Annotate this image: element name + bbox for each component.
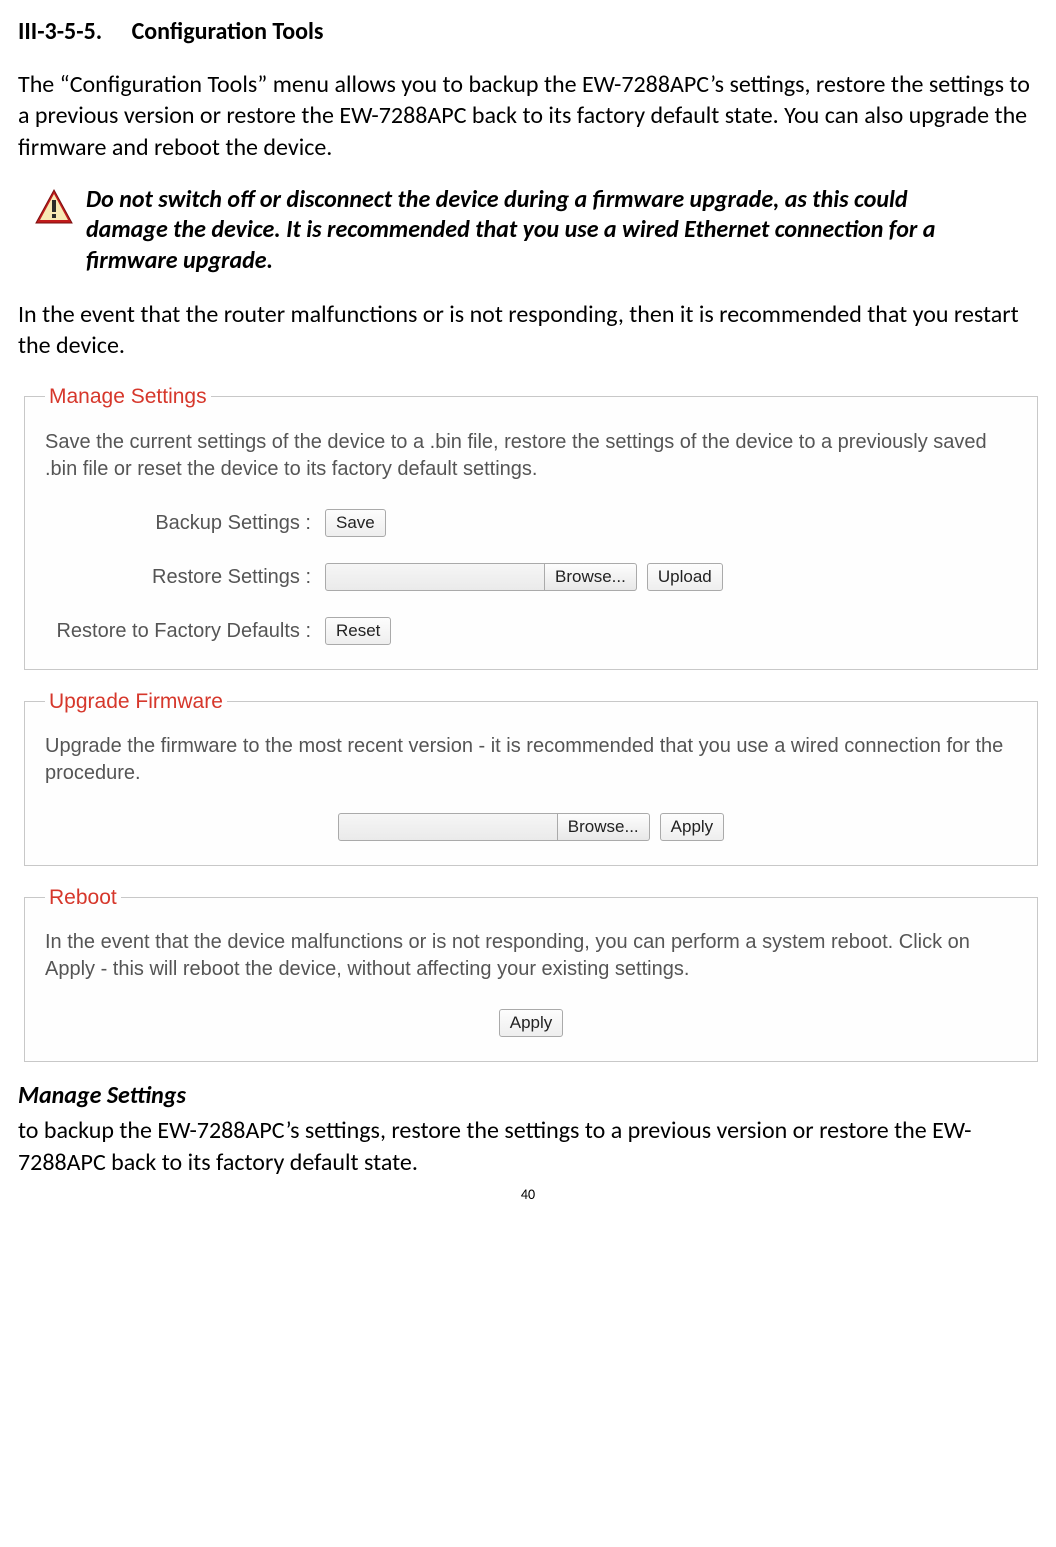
upgrade-firmware-description: Upgrade the firmware to the most recent … [45,733,1017,787]
upgrade-apply-button[interactable]: Apply [660,813,725,841]
manage-settings-legend: Manage Settings [45,383,211,410]
reboot-apply-button[interactable]: Apply [499,1009,564,1037]
reboot-panel: Reboot In the event that the device malf… [24,884,1038,1062]
warning-block: Do not switch off or disconnect the devi… [34,185,1038,277]
restore-file-input[interactable] [325,563,545,591]
warning-icon [34,187,74,235]
page-number: 40 [18,1186,1038,1204]
reboot-legend: Reboot [45,884,121,911]
post-warning-paragraph: In the event that the router malfunction… [18,299,1038,361]
config-screenshot: Manage Settings Save the current setting… [24,383,1038,1062]
upgrade-browse-button[interactable]: Browse... [558,813,650,841]
section-title: Configuration Tools [132,17,324,46]
manage-settings-subtitle: Manage Settings [18,1080,1038,1111]
section-number: III-3-5-5. [18,16,102,47]
reset-button[interactable]: Reset [325,617,391,645]
manage-settings-description: Save the current settings of the device … [45,429,1017,483]
restore-browse-button[interactable]: Browse... [545,563,637,591]
upgrade-firmware-legend: Upgrade Firmware [45,688,227,715]
save-button[interactable]: Save [325,509,386,537]
restore-settings-label: Restore Settings : [45,564,325,590]
reboot-row: Apply [45,1009,1017,1037]
backup-settings-row: Backup Settings : Save [45,509,1017,537]
upgrade-file-group: Browse... [338,813,650,841]
intro-paragraph: The “Configuration Tools” menu allows yo… [18,69,1038,163]
upgrade-firmware-panel: Upgrade Firmware Upgrade the firmware to… [24,688,1038,866]
factory-defaults-row: Restore to Factory Defaults : Reset [45,617,1017,645]
backup-settings-label: Backup Settings : [45,510,325,536]
upload-button[interactable]: Upload [647,563,723,591]
upgrade-file-input[interactable] [338,813,558,841]
reboot-description: In the event that the device malfunction… [45,929,1017,983]
restore-settings-row: Restore Settings : Browse... Upload [45,563,1017,591]
manage-settings-panel: Manage Settings Save the current setting… [24,383,1038,669]
factory-defaults-label: Restore to Factory Defaults : [45,618,325,644]
warning-text: Do not switch off or disconnect the devi… [86,185,1038,277]
restore-file-group: Browse... [325,563,637,591]
section-heading: III-3-5-5. Configuration Tools [18,16,1038,47]
manage-settings-body: to backup the EW-7288APC’s settings, res… [18,1115,1038,1177]
upgrade-row: Browse... Apply [45,813,1017,841]
